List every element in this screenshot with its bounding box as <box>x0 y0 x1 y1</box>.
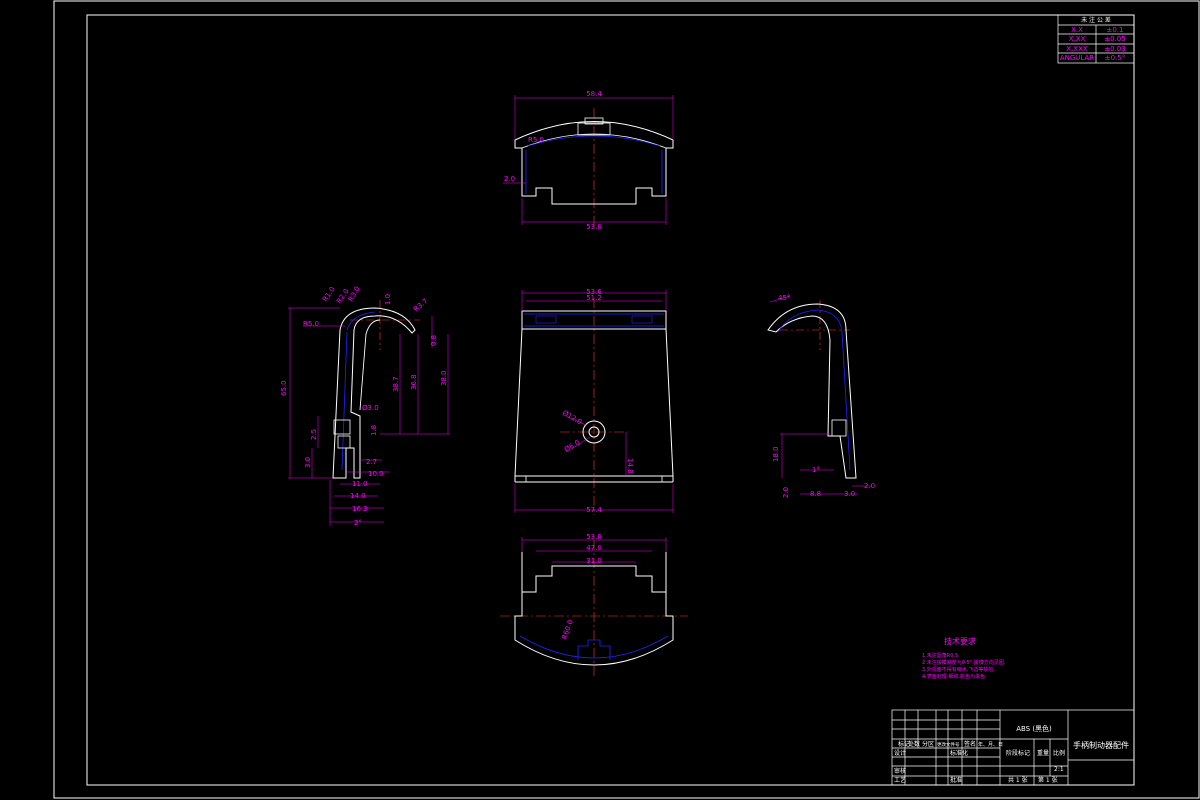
left-angle-dim: R3.7 <box>412 297 429 313</box>
row-label-signature: 签名 <box>964 740 976 748</box>
outer-frame <box>53 0 1200 799</box>
front-hole-dim: Ø12.0 <box>561 409 583 426</box>
left-h1-dim: 0.8 <box>430 335 438 346</box>
sheet-total: 共 1 张 <box>1008 776 1028 784</box>
left-w2-dim: 10.0 <box>368 470 384 478</box>
tech-notes-title: 技术要求 <box>944 636 976 646</box>
left-h2-dim: 38.7 <box>392 376 400 392</box>
left-view: 65.0 R5.0 R1.0 R2.0 R3.0 R3.7 1.0 0.8 38… <box>280 285 450 527</box>
tol-row-1-left: X.X <box>1071 26 1083 34</box>
left-slot-h-dim: 3.0 <box>304 457 312 468</box>
tech-note-1: 1.未注圆角R0.5. <box>922 652 960 659</box>
left-topstep-dim: 1.0 <box>384 294 392 305</box>
role-process: 工艺 <box>894 776 906 784</box>
tolerance-header: 未 注 公 差 <box>1081 16 1111 24</box>
left-h4-dim: 38.0 <box>440 370 448 386</box>
material-label: ABS (黑色) <box>1016 724 1052 733</box>
tolerance-table: 未 注 公 差 X.X ±0.1 X.XX ±0.05 X.XXX ±0.03 … <box>1057 14 1135 64</box>
left-w5-dim: 16.3 <box>352 505 368 513</box>
right-w2-dim: 8.8 <box>810 490 821 498</box>
right-angle-1-dim: 1° <box>812 466 820 474</box>
top-overall-width-dim: 58.4 <box>586 90 602 98</box>
sheet-number: 第 1 张 <box>1038 776 1058 784</box>
left-slot-d-dim: 1.8 <box>370 425 378 436</box>
right-w3-dim: 3.0 <box>844 490 855 498</box>
row-label-count: 处数 <box>908 740 920 748</box>
role-review: 审核 <box>894 767 906 775</box>
left-a1-dim: 2° <box>354 519 362 527</box>
front-hole-height-dim: 14.8 <box>626 458 634 474</box>
front-bottom-width-dim: 57.4 <box>586 506 602 514</box>
right-view: 45° 18.0 1° 2.0 8.8 3.0 2.0 <box>767 294 875 498</box>
tech-note-4: 4.表面处理:细纹,颜色为黑色. <box>922 673 987 680</box>
left-w3-dim: 11.0 <box>352 480 368 488</box>
tech-note-3: 3.外观面不得有缩水,飞边等缺陷. <box>922 666 995 673</box>
right-height-dim: 18.0 <box>772 446 780 462</box>
weight-label: 重量 <box>1037 749 1049 757</box>
top-fillet-dim: R5.0 <box>528 136 544 144</box>
right-w1-dim: 2.0 <box>782 487 790 498</box>
cad-drawing-sheet: 未 注 公 差 X.X ±0.1 X.XX ±0.05 X.XXX ±0.03 … <box>53 0 1200 799</box>
right-angle-dim: 45° <box>778 294 790 302</box>
tol-row-4-right: ±0.5° <box>1105 54 1126 62</box>
bottom-inner-width-dim: 31.0 <box>586 557 602 565</box>
tol-row-2-right: ±0.05 <box>1104 35 1125 43</box>
top-view: 58.4 53.6 2.0 R5.0 <box>503 90 674 231</box>
role-standard: 标准化 <box>950 749 968 757</box>
role-approve: 批准 <box>950 776 962 784</box>
left-rtop-dim: R5.0 <box>303 320 319 328</box>
tol-row-1-right: ±0.1 <box>1107 26 1124 34</box>
left-w4-dim: 14.0 <box>350 492 366 500</box>
row-label-date: 年、月、日 <box>978 741 1003 748</box>
left-total-height-dim: 65.0 <box>280 380 288 396</box>
title-block-text: ABS (黑色) 手柄制动器配件 标记 处数 分区 更改文件号 签名 年、月、日… <box>894 724 1129 784</box>
bottom-pocket-width-dim: 47.0 <box>586 544 602 552</box>
left-h3-dim: 36.8 <box>410 374 418 390</box>
row-label-change-doc: 更改文件号 <box>937 741 960 748</box>
left-r3-dim: R3.0 <box>347 285 362 303</box>
row-label-zone: 分区 <box>922 740 934 748</box>
left-r5-dim: Ø3.0 <box>362 404 379 412</box>
tol-row-3-right: ±0.03 <box>1104 45 1125 53</box>
tol-row-2-left: X.XX <box>1069 35 1086 43</box>
stage-label: 阶段标记 <box>1006 749 1030 757</box>
part-name: 手柄制动器配件 <box>1073 740 1129 750</box>
role-design: 设计 <box>894 749 906 757</box>
left-slot-w-dim: 2.5 <box>310 429 318 440</box>
bottom-outer-width-dim: 53.6 <box>586 533 602 541</box>
front-view: 53.6 51.2 57.4 14.8 Ø12.0 Ø6.0 <box>514 288 674 515</box>
right-w4-dim: 2.0 <box>864 482 875 490</box>
tol-row-3-left: X.XXX <box>1066 45 1088 53</box>
bottom-view: 53.6 47.0 31.0 R60.0 <box>500 533 688 676</box>
front-top-inner-dim: 51.2 <box>586 294 602 302</box>
tol-row-4-left: ANGULAR <box>1060 54 1094 62</box>
top-bottom-width-dim: 53.6 <box>586 223 602 231</box>
front-hole-inner-dim: Ø6.0 <box>563 438 581 453</box>
bottom-radius-dim: R60.0 <box>560 619 575 641</box>
scale-label: 比例 <box>1053 749 1065 757</box>
technical-notes: 技术要求 1.未注圆角R0.5. 2.未注拔模斜度为0.5°,拔模方向见图. 3… <box>922 636 1006 680</box>
tech-note-2: 2.未注拔模斜度为0.5°,拔模方向见图. <box>922 659 1006 666</box>
top-wall-dim: 2.0 <box>504 175 515 183</box>
left-w1-dim: 2.7 <box>366 458 377 466</box>
scale-value: 2:1 <box>1054 766 1064 773</box>
